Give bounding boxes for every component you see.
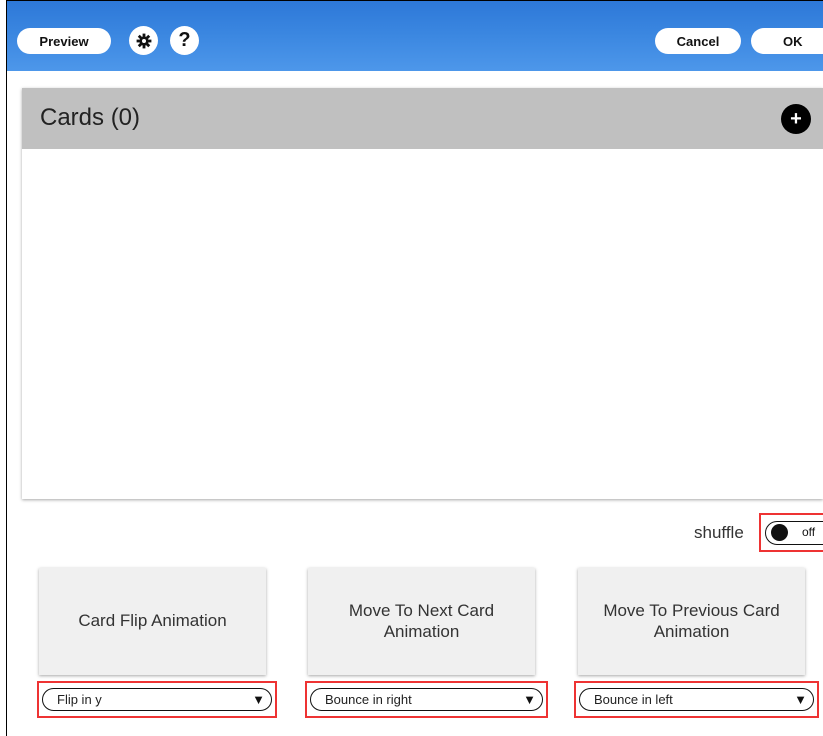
ok-button[interactable]: OK — [751, 28, 823, 54]
plus-icon: + — [790, 108, 802, 130]
shuffle-toggle[interactable]: off — [765, 521, 823, 545]
previous-card-animation-card: Move To Previous Card Animation — [578, 568, 805, 675]
card-flip-animation-card: Card Flip Animation — [39, 568, 266, 675]
select-value: Bounce in left — [594, 692, 673, 707]
flip-select-highlight: Flip in y ▼ — [37, 681, 277, 718]
gear-icon — [136, 33, 151, 48]
toggle-state: off — [802, 525, 816, 539]
add-card-button[interactable]: + — [781, 104, 811, 134]
cards-title: Cards (0) — [40, 104, 141, 131]
help-icon: ? — [178, 29, 191, 51]
next-card-animation-card: Move To Next Card Animation — [308, 568, 535, 675]
next-card-select[interactable]: Bounce in right ▼ — [310, 688, 543, 711]
select-value: Flip in y — [57, 692, 102, 707]
animation-title: Move To Next Card Animation — [348, 601, 495, 641]
card-flip-select[interactable]: Flip in y ▼ — [42, 688, 272, 711]
dropdown-arrow-icon: ▼ — [252, 692, 265, 707]
previous-select-highlight: Bounce in left ▼ — [574, 681, 819, 718]
toolbar: Preview ? Cancel OK — [7, 1, 823, 71]
previous-card-select[interactable]: Bounce in left ▼ — [579, 688, 814, 711]
cancel-button[interactable]: Cancel — [655, 28, 741, 54]
cards-panel: Cards (0) + — [22, 88, 823, 499]
dropdown-arrow-icon: ▼ — [523, 692, 536, 707]
toggle-knob — [771, 524, 788, 541]
preview-button[interactable]: Preview — [17, 28, 111, 54]
animation-title: Move To Previous Card Animation — [603, 601, 780, 641]
next-select-highlight: Bounce in right ▼ — [305, 681, 548, 718]
animation-title: Card Flip Animation — [78, 611, 227, 631]
shuffle-label: shuffle — [694, 523, 744, 542]
select-value: Bounce in right — [325, 692, 412, 707]
cards-header: Cards (0) + — [22, 88, 823, 149]
settings-button[interactable] — [129, 26, 158, 55]
window-border-left — [6, 0, 7, 736]
dropdown-arrow-icon: ▼ — [794, 692, 807, 707]
help-button[interactable]: ? — [170, 26, 199, 55]
